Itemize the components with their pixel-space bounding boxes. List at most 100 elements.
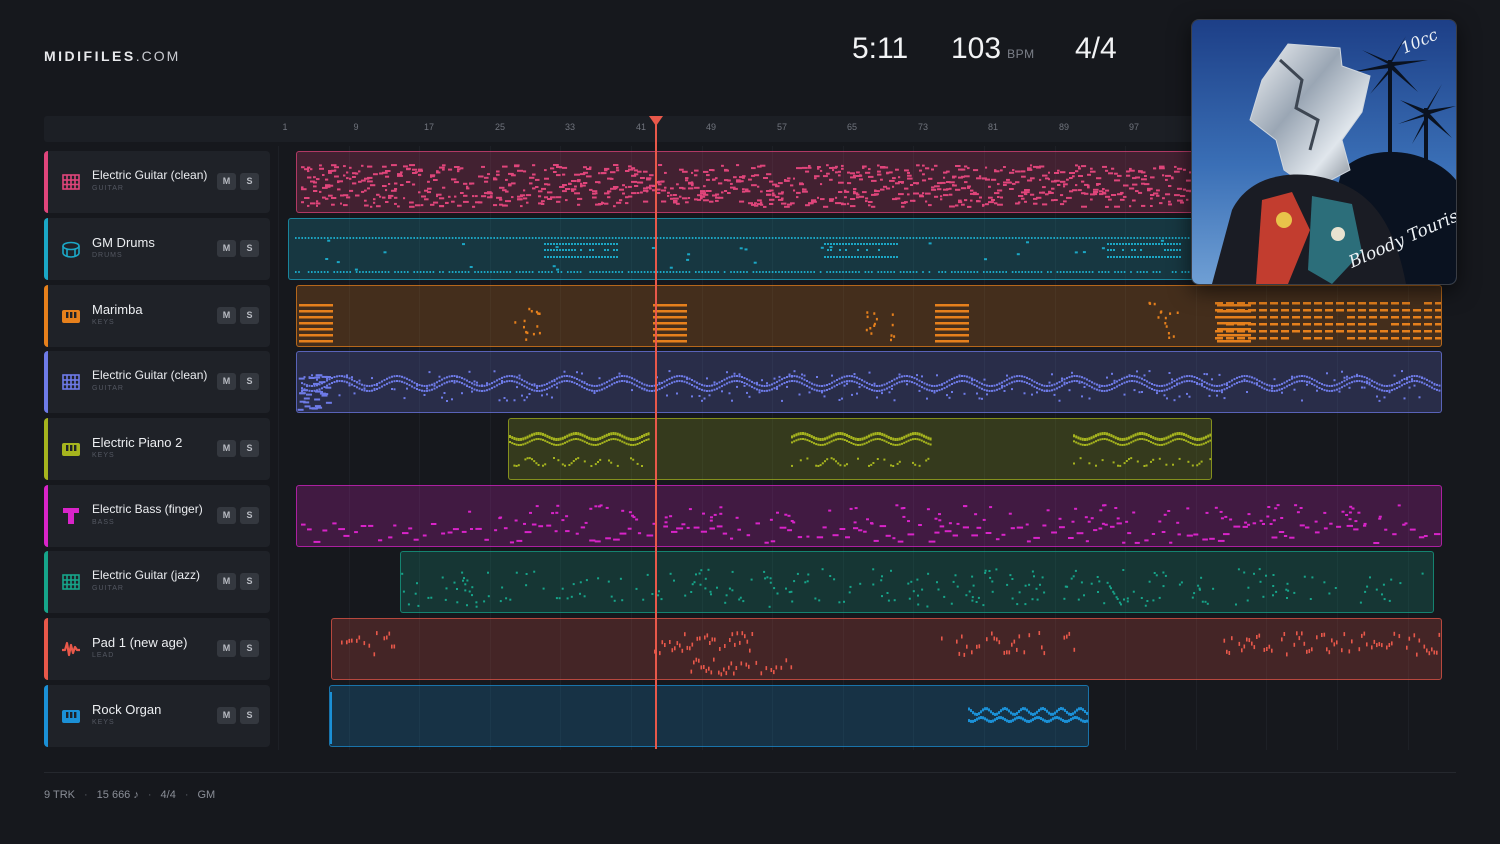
ruler-tick: 33 xyxy=(564,122,576,132)
bpm-value: 103 xyxy=(951,32,1002,65)
guitar-fretboard-icon xyxy=(60,171,82,193)
logo-wordmark: MIDIFILES xyxy=(44,48,136,64)
mute-button[interactable]: M xyxy=(217,440,236,457)
separator: · xyxy=(184,789,189,801)
tempo-display: 103 BPM xyxy=(951,32,1035,66)
track-name: Electric Guitar (clean) xyxy=(92,368,208,382)
keyboard-icon xyxy=(60,438,82,460)
track-category: GUITAR xyxy=(92,585,124,592)
midi-clip[interactable] xyxy=(331,618,1442,680)
album-cover-art: 10cc Bloody Tourist xyxy=(1192,20,1456,284)
track-name: Marimba xyxy=(92,302,143,317)
track-category: BASS xyxy=(92,519,115,526)
track-header[interactable]: Electric Piano 2 KEYS M S xyxy=(44,418,270,480)
status-bar: 9 TRK · 15 666 ♪ · 4/4 · GM xyxy=(44,789,215,801)
track-category: KEYS xyxy=(92,719,115,726)
note-pattern xyxy=(401,568,1424,608)
ruler-tick: 73 xyxy=(917,122,929,132)
mute-button[interactable]: M xyxy=(217,173,236,190)
track-header[interactable]: Electric Bass (finger) BASS M S xyxy=(44,485,270,547)
time-signature-display: 4/4 xyxy=(1075,32,1117,65)
track-color-bar xyxy=(44,151,48,213)
ruler-tick: 57 xyxy=(776,122,788,132)
mute-button[interactable]: M xyxy=(217,640,236,657)
ruler-tick: 49 xyxy=(705,122,717,132)
mute-button[interactable]: M xyxy=(217,707,236,724)
footer-signature: 4/4 xyxy=(160,789,176,801)
track-name: Rock Organ xyxy=(92,702,162,717)
track-category: DRUMS xyxy=(92,252,123,259)
ruler-tick: 9 xyxy=(353,122,359,132)
note-pattern xyxy=(301,504,1441,544)
midi-clip[interactable] xyxy=(296,285,1442,347)
solo-button[interactable]: S xyxy=(240,573,259,590)
ruler-tick: 65 xyxy=(846,122,858,132)
logo: MIDIFILES.COM xyxy=(44,48,180,64)
solo-button[interactable]: S xyxy=(240,307,259,324)
track-color-bar xyxy=(44,285,48,347)
solo-button[interactable]: S xyxy=(240,240,259,257)
note-count: 15 666 ♪ xyxy=(96,789,139,801)
track-header[interactable]: Electric Guitar (jazz) GUITAR M S xyxy=(44,551,270,613)
separator: · xyxy=(147,789,152,801)
track-color-bar xyxy=(44,418,48,480)
track-category: LEAD xyxy=(92,652,115,659)
track-header[interactable]: Electric Guitar (clean) GUITAR M S xyxy=(44,151,270,213)
track-header[interactable]: Marimba KEYS M S xyxy=(44,285,270,347)
track-category: GUITAR xyxy=(92,385,124,392)
track-color-bar xyxy=(44,351,48,413)
midi-clip[interactable] xyxy=(400,551,1434,613)
track-color-bar xyxy=(44,551,48,613)
track-color-bar xyxy=(44,485,48,547)
solo-button[interactable]: S xyxy=(240,373,259,390)
ruler-tick: 89 xyxy=(1058,122,1070,132)
mute-button[interactable]: M xyxy=(217,507,236,524)
track-category: KEYS xyxy=(92,319,115,326)
solo-button[interactable]: S xyxy=(240,707,259,724)
midi-clip[interactable] xyxy=(508,418,1212,480)
drum-icon xyxy=(60,238,82,260)
ruler-tick: 25 xyxy=(494,122,506,132)
track-header[interactable]: Pad 1 (new age) LEAD M S xyxy=(44,618,270,680)
track-color-bar xyxy=(44,218,48,280)
guitar-fretboard-icon xyxy=(60,571,82,593)
footer-divider xyxy=(44,772,1456,773)
midi-clip[interactable] xyxy=(296,485,1442,547)
track-category: KEYS xyxy=(92,452,115,459)
guitar-fretboard-icon xyxy=(60,371,82,393)
track-name: Electric Guitar (clean) xyxy=(92,168,208,182)
playhead[interactable] xyxy=(655,116,657,749)
track-header[interactable]: GM Drums DRUMS M S xyxy=(44,218,270,280)
grid-line xyxy=(278,146,279,750)
note-pattern xyxy=(341,631,1441,677)
track-name: Electric Guitar (jazz) xyxy=(92,568,201,582)
solo-button[interactable]: S xyxy=(240,507,259,524)
logo-domain: .COM xyxy=(135,48,181,64)
note-pattern xyxy=(330,692,1088,744)
track-name: Pad 1 (new age) xyxy=(92,635,188,650)
solo-button[interactable]: S xyxy=(240,440,259,457)
track-color-bar xyxy=(44,685,48,747)
track-name: GM Drums xyxy=(92,235,155,250)
mute-button[interactable]: M xyxy=(217,373,236,390)
keyboard-icon xyxy=(60,705,82,727)
mute-button[interactable]: M xyxy=(217,573,236,590)
separator: · xyxy=(83,789,88,801)
ruler-tick: 81 xyxy=(987,122,999,132)
keyboard-icon xyxy=(60,305,82,327)
mute-button[interactable]: M xyxy=(217,307,236,324)
ruler-tick: 1 xyxy=(282,122,288,132)
midi-clip[interactable] xyxy=(329,685,1089,747)
time-display: 5:11 xyxy=(852,32,909,65)
track-header[interactable]: Rock Organ KEYS M S xyxy=(44,685,270,747)
track-header[interactable]: Electric Guitar (clean) GUITAR M S xyxy=(44,351,270,413)
note-pattern xyxy=(297,370,1441,411)
playhead-handle[interactable] xyxy=(649,116,663,126)
solo-button[interactable]: S xyxy=(240,173,259,190)
solo-button[interactable]: S xyxy=(240,640,259,657)
track-category: GUITAR xyxy=(92,185,124,192)
mute-button[interactable]: M xyxy=(217,240,236,257)
note-pattern xyxy=(299,301,1441,343)
midi-standard: GM xyxy=(197,789,216,801)
midi-clip[interactable] xyxy=(296,351,1442,413)
